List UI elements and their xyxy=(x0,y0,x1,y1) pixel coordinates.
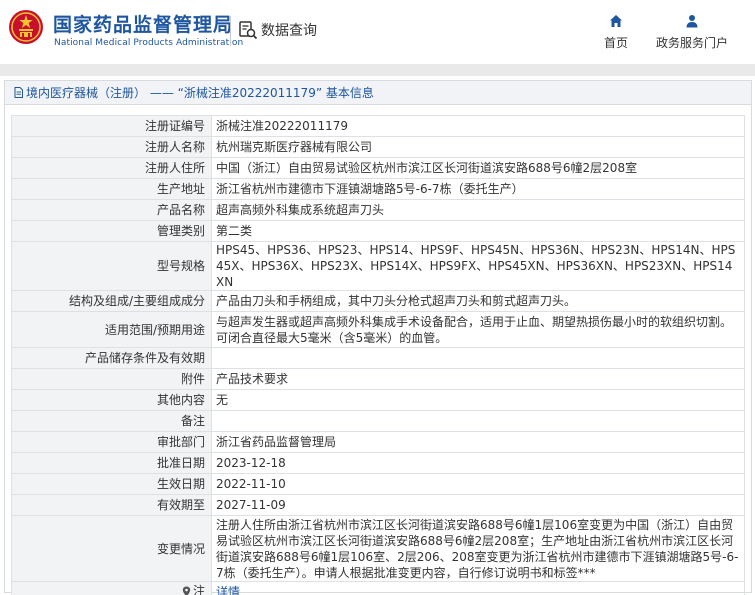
field-value: 中国（浙江）自由贸易试验区杭州市滨江区长河街道滨安路688号6幢2层208室 xyxy=(211,157,745,179)
nav-home-label: 首页 xyxy=(603,36,628,50)
field-value: 注册人住所由浙江省杭州市滨江区长河街道滨安路688号6幢1层106室变更为中国（… xyxy=(211,515,745,582)
table-row: 结构及组成/主要组成成分 产品由刀头和手柄组成，其中刀头分枪式超声刀头和剪式超声… xyxy=(11,290,745,312)
table-row: 产品名称 超声高频外科集成系统超声刀头 xyxy=(11,199,745,221)
field-value: 杭州瑞克斯医疗器械有限公司 xyxy=(211,136,745,158)
field-value: 无 xyxy=(211,389,745,411)
national-emblem-icon xyxy=(9,10,43,44)
table-row: 管理类别 第二类 xyxy=(11,220,745,242)
field-value: 浙械注准20222011179 xyxy=(211,115,745,137)
table-row: 注册证编号 浙械注准20222011179 xyxy=(11,115,745,137)
breadcrumb: 境内医疗器械（注册） —— “浙械注准20222011179” 基本信息 xyxy=(26,86,374,100)
field-label: 其他内容 xyxy=(11,389,212,411)
field-label: 生产地址 xyxy=(11,178,212,200)
table-row: 附件 产品技术要求 xyxy=(11,368,745,390)
field-value: 产品由刀头和手柄组成，其中刀头分枪式超声刀头和剪式超声刀头。 xyxy=(211,290,745,312)
field-label: 产品名称 xyxy=(11,199,212,221)
table-row: 其他内容 无 xyxy=(11,389,745,411)
panel-header: 境内医疗器械（注册） —— “浙械注准20222011179” 基本信息 xyxy=(5,81,751,105)
data-query-link[interactable]: 数据查询 xyxy=(238,20,317,40)
field-label: 管理类别 xyxy=(11,220,212,242)
table-row: 生产地址 浙江省杭州市建德市下涯镇湖塘路5号-6-7栋（委托生产） xyxy=(11,178,745,200)
field-label: 变更情况 xyxy=(11,515,212,582)
field-value: 浙江省杭州市建德市下涯镇湖塘路5号-6-7栋（委托生产） xyxy=(211,178,745,200)
field-label: 适用范围/预期用途 xyxy=(11,311,212,348)
table-row: 批准日期 2023-12-18 xyxy=(11,452,745,474)
table-row: 注 详情 xyxy=(11,581,745,595)
field-value: 超声高频外科集成系统超声刀头 xyxy=(211,199,745,221)
nav-gov-services[interactable]: 政务服务门户 xyxy=(650,14,734,51)
detail-table: 注册证编号 浙械注准20222011179 注册人名称 杭州瑞克斯医疗器械有限公… xyxy=(11,115,745,595)
field-value: 与超声发生器或超声高频外科集成手术设备配合，适用于止血、期望热损伤最小时的软组织… xyxy=(211,311,745,348)
field-value: 2023-12-18 xyxy=(211,452,745,474)
table-row: 变更情况 注册人住所由浙江省杭州市滨江区长河街道滨安路688号6幢1层106室变… xyxy=(11,515,745,582)
table-row: 生效日期 2022-11-10 xyxy=(11,473,745,495)
details-link[interactable]: 详情 xyxy=(216,585,240,595)
field-label: 备注 xyxy=(11,410,212,432)
table-row: 注册人住所 中国（浙江）自由贸易试验区杭州市滨江区长河街道滨安路688号6幢2层… xyxy=(11,157,745,179)
field-value: 浙江省药品监督管理局 xyxy=(211,431,745,453)
table-row: 注册人名称 杭州瑞克斯医疗器械有限公司 xyxy=(11,136,745,158)
site-name-en: National Medical Products Administration xyxy=(54,38,244,48)
note-value-cell: 详情 xyxy=(211,581,745,595)
note-label: 注 xyxy=(182,583,205,595)
table-row: 有效期至 2027-11-09 xyxy=(11,494,745,516)
note-label-text: 注 xyxy=(192,584,205,595)
field-label: 批准日期 xyxy=(11,452,212,474)
field-label: 附件 xyxy=(11,368,212,390)
pin-icon xyxy=(182,586,191,595)
table-row: 产品储存条件及有效期 xyxy=(11,347,745,369)
field-value: 第二类 xyxy=(211,220,745,242)
field-label: 注册人住所 xyxy=(11,157,212,179)
field-label: 型号规格 xyxy=(11,241,212,291)
site-name-cn[interactable]: 国家药品监督管理局 xyxy=(53,10,233,37)
field-value: 产品技术要求 xyxy=(211,368,745,390)
table-row: 适用范围/预期用途 与超声发生器或超声高频外科集成手术设备配合，适用于止血、期望… xyxy=(11,311,745,348)
document-icon xyxy=(14,87,23,98)
table-row: 备注 xyxy=(11,410,745,432)
site-header: 国家药品监督管理局 National Medical Products Admi… xyxy=(0,0,755,64)
user-icon xyxy=(686,15,698,28)
nav-gov-label: 政务服务门户 xyxy=(655,36,728,50)
field-label: 注册证编号 xyxy=(11,115,212,137)
home-icon xyxy=(610,15,622,27)
document-search-icon xyxy=(239,21,258,40)
header-divider xyxy=(230,16,231,46)
nav-home[interactable]: 首页 xyxy=(601,14,631,51)
field-label: 生效日期 xyxy=(11,473,212,495)
field-label: 审批部门 xyxy=(11,431,212,453)
field-value xyxy=(211,347,745,369)
field-label: 注册人名称 xyxy=(11,136,212,158)
field-value: 2027-11-09 xyxy=(211,494,745,516)
field-label: 有效期至 xyxy=(11,494,212,516)
header-separator-band xyxy=(0,64,755,76)
field-value: HPS45、HPS36、HPS23、HPS14、HPS9F、HPS45N、HPS… xyxy=(211,241,745,291)
field-value: 2022-11-10 xyxy=(211,473,745,495)
field-label: 结构及组成/主要组成成分 xyxy=(11,290,212,312)
table-row: 审批部门 浙江省药品监督管理局 xyxy=(11,431,745,453)
note-label-cell: 注 xyxy=(11,581,212,595)
data-query-label: 数据查询 xyxy=(261,23,317,39)
field-label: 产品储存条件及有效期 xyxy=(11,347,212,369)
field-value xyxy=(211,410,745,432)
detail-panel: 境内医疗器械（注册） —— “浙械注准20222011179” 基本信息 注册证… xyxy=(4,80,752,595)
table-row: 型号规格 HPS45、HPS36、HPS23、HPS14、HPS9F、HPS45… xyxy=(11,241,745,291)
